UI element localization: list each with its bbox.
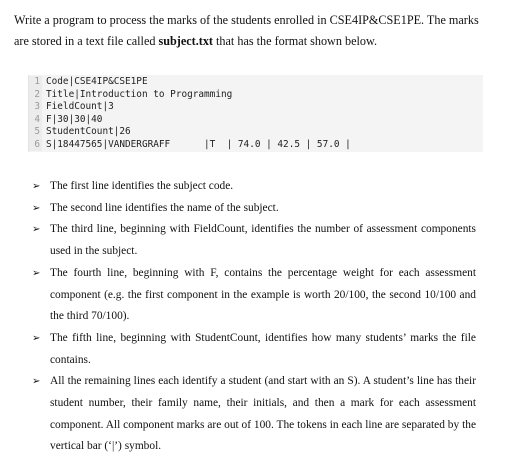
filename-text: subject.txt xyxy=(158,34,214,48)
intro-line-2-prefix: are stored in a text file called xyxy=(14,34,159,48)
code-text: S|18447565|VANDERGRAFF |T | 74.0 | 42.5 … xyxy=(46,138,351,150)
code-text: StudentCount|26 xyxy=(46,126,131,137)
arrow-bullet-icon: ➢ xyxy=(32,376,41,388)
list-item-text: All the remaining lines each identify a … xyxy=(50,375,476,453)
line-number: 2 xyxy=(29,88,42,101)
document-page: Write a program to process the marks of … xyxy=(0,0,515,472)
code-line: 6 S|18447565|VANDERGRAFF |T | 74.0 | 42.… xyxy=(29,138,483,151)
line-number: 6 xyxy=(29,138,42,151)
code-line: 5 StudentCount|26 xyxy=(29,126,483,139)
arrow-bullet-icon: ➢ xyxy=(32,202,41,214)
list-item-text: The fifth line, beginning with StudentCo… xyxy=(50,331,476,366)
line-number: 3 xyxy=(29,101,42,114)
line-number: 1 xyxy=(29,76,42,89)
intro-line-2: are stored in a text file called subject… xyxy=(14,31,506,52)
format-description-list: ➢ The first line identifies the subject … xyxy=(32,176,476,458)
code-text: Code|CSE4IP&CSE1PE xyxy=(46,76,148,87)
list-item-text: The fourth line, beginning with F, conta… xyxy=(50,266,476,323)
code-text: FieldCount|3 xyxy=(46,101,114,112)
intro-paragraph: Write a program to process the marks of … xyxy=(14,10,506,52)
code-line: 4 F|30|30|40 xyxy=(29,113,483,126)
code-line: 2 Title|Introduction to Programming xyxy=(29,88,483,101)
list-item: ➢ The third line, beginning with FieldCo… xyxy=(32,219,476,262)
intro-line-1: Write a program to process the marks of … xyxy=(14,13,479,27)
arrow-bullet-icon: ➢ xyxy=(32,181,41,192)
arrow-bullet-icon: ➢ xyxy=(32,224,41,236)
arrow-bullet-icon: ➢ xyxy=(32,332,41,344)
list-item-text: The first line identifies the subject co… xyxy=(50,180,234,192)
list-item: ➢ The fourth line, beginning with F, con… xyxy=(32,263,476,328)
list-item: ➢ The fifth line, beginning with Student… xyxy=(32,328,476,371)
line-number: 4 xyxy=(29,113,42,126)
list-item: ➢ The first line identifies the subject … xyxy=(32,176,476,198)
list-item-text: The third line, beginning with FieldCoun… xyxy=(50,223,476,258)
list-item: ➢ The second line identifies the name of… xyxy=(32,198,476,220)
arrow-bullet-icon: ➢ xyxy=(32,267,41,279)
list-item: ➢ All the remaining lines each identify … xyxy=(32,371,476,458)
code-block: 1 Code|CSE4IP&CSE1PE 2 Title|Introductio… xyxy=(28,75,483,152)
code-text: Title|Introduction to Programming xyxy=(46,88,233,100)
intro-line-2-suffix: that has the format shown below. xyxy=(213,34,378,48)
code-text: F|30|30|40 xyxy=(46,113,103,125)
code-line: 1 Code|CSE4IP&CSE1PE xyxy=(29,76,483,89)
code-line: 3 FieldCount|3 xyxy=(29,101,483,114)
line-number: 5 xyxy=(29,126,42,139)
list-item-text: The second line identifies the name of t… xyxy=(50,201,279,214)
